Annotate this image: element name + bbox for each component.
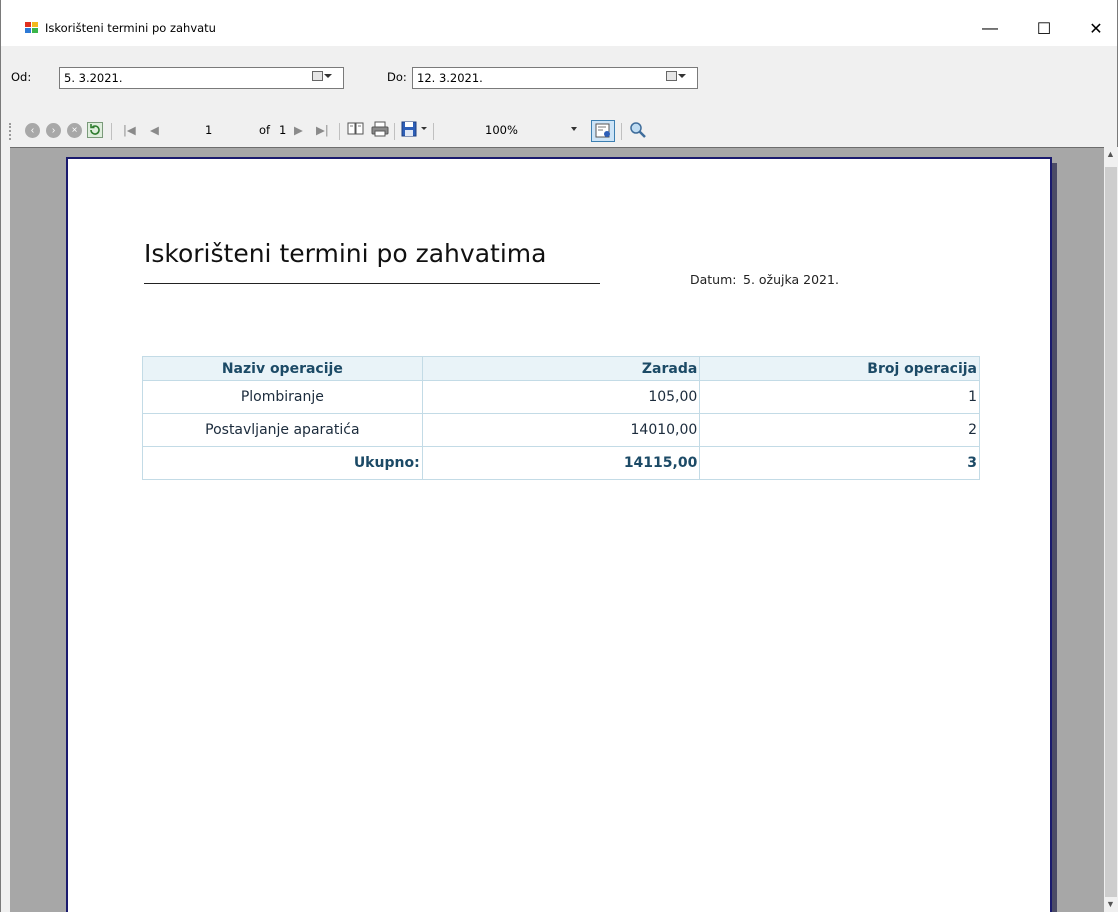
total-label: Ukupno:	[142, 446, 423, 480]
calendar-dropdown-icon[interactable]	[666, 71, 688, 85]
cell-count: 2	[699, 413, 980, 447]
cell-name: Postavljanje aparatića	[142, 413, 423, 447]
toolbar-separator	[621, 123, 622, 140]
column-header-count: Broj operacija	[699, 356, 980, 381]
from-date-value: 5. 3.2021.	[64, 71, 123, 85]
to-label: Do:	[387, 70, 407, 84]
next-page-icon[interactable]: ▶	[294, 123, 303, 137]
zoom-dropdown-icon[interactable]	[571, 127, 577, 131]
cell-name: Plombiranje	[142, 380, 423, 414]
close-button[interactable]: ✕	[1073, 14, 1118, 44]
back-icon[interactable]: ‹	[25, 123, 40, 138]
column-header-name: Naziv operacije	[142, 356, 423, 381]
page-setup-icon[interactable]	[591, 120, 615, 142]
print-layout-icon[interactable]	[347, 121, 365, 140]
print-icon[interactable]	[371, 121, 389, 140]
stop-icon[interactable]: ×	[67, 123, 82, 138]
title-bar: Iskorišteni termini po zahvatu — ☐ ✕	[1, 0, 1117, 46]
vertical-scrollbar[interactable]: ▲ ▼	[1104, 147, 1118, 912]
cell-earnings: 105,00	[421, 380, 701, 414]
toolbar-separator	[394, 123, 395, 140]
report-toolbar: ‹ › × |◀ ◀ 1 of 1 ▶ ▶| 100%	[1, 117, 1117, 145]
table-row: Plombiranje 105,00 1	[142, 380, 980, 414]
maximize-button[interactable]: ☐	[1021, 14, 1067, 44]
toolbar-separator	[433, 123, 434, 140]
from-label: Od:	[11, 70, 32, 84]
table-header-row: Naziv operacije Zarada Broj operacija	[142, 356, 980, 381]
current-page-input[interactable]: 1	[199, 121, 247, 141]
calendar-dropdown-icon[interactable]	[312, 71, 334, 85]
date-filter-bar: Od: 5. 3.2021. Do: 12. 3.2021.	[1, 48, 1117, 110]
to-date-picker[interactable]: 12. 3.2021.	[412, 67, 698, 89]
report-page: Iskorišteni termini po zahvatima Datum: …	[66, 157, 1052, 912]
app-icon	[25, 22, 39, 34]
date-value: 5. ožujka 2021.	[743, 272, 839, 287]
refresh-icon[interactable]	[87, 122, 103, 138]
find-icon[interactable]	[628, 120, 648, 143]
date-label: Datum:	[690, 272, 737, 287]
cell-earnings: 14010,00	[421, 413, 701, 447]
total-pages: 1	[279, 123, 287, 137]
column-header-earnings: Zarada	[421, 356, 701, 381]
of-label: of	[259, 123, 271, 137]
first-page-icon[interactable]: |◀	[123, 123, 136, 137]
title-underline	[144, 283, 600, 284]
from-date-picker[interactable]: 5. 3.2021.	[59, 67, 344, 89]
total-count: 3	[699, 446, 980, 480]
toolbar-separator	[111, 123, 112, 140]
previous-page-icon[interactable]: ◀	[150, 123, 159, 137]
report-viewer: Iskorišteni termini po zahvatima Datum: …	[10, 147, 1104, 912]
scroll-down-icon[interactable]: ▼	[1106, 899, 1115, 909]
total-earnings: 14115,00	[421, 446, 701, 480]
last-page-icon[interactable]: ▶|	[316, 123, 329, 137]
toolbar-grip[interactable]	[9, 123, 11, 140]
report-title: Iskorišteni termini po zahvatima	[144, 239, 547, 268]
forward-icon[interactable]: ›	[46, 123, 61, 138]
window-title: Iskorišteni termini po zahvatu	[45, 21, 216, 35]
zoom-select[interactable]: 100%	[479, 121, 583, 141]
cell-count: 1	[699, 380, 980, 414]
report-window: Iskorišteni termini po zahvatu — ☐ ✕ Od:…	[0, 0, 1118, 912]
to-date-value: 12. 3.2021.	[417, 71, 483, 85]
scroll-up-icon[interactable]: ▲	[1106, 149, 1115, 159]
minimize-button[interactable]: —	[967, 14, 1013, 44]
table-row: Postavljanje aparatića 14010,00 2	[142, 413, 980, 447]
scrollbar-thumb[interactable]	[1105, 167, 1117, 897]
toolbar-separator	[339, 123, 340, 140]
report-table: Naziv operacije Zarada Broj operacija Pl…	[142, 356, 980, 480]
save-dropdown-icon[interactable]	[421, 127, 427, 130]
save-icon[interactable]	[401, 121, 419, 140]
table-total-row: Ukupno: 14115,00 3	[142, 446, 980, 480]
